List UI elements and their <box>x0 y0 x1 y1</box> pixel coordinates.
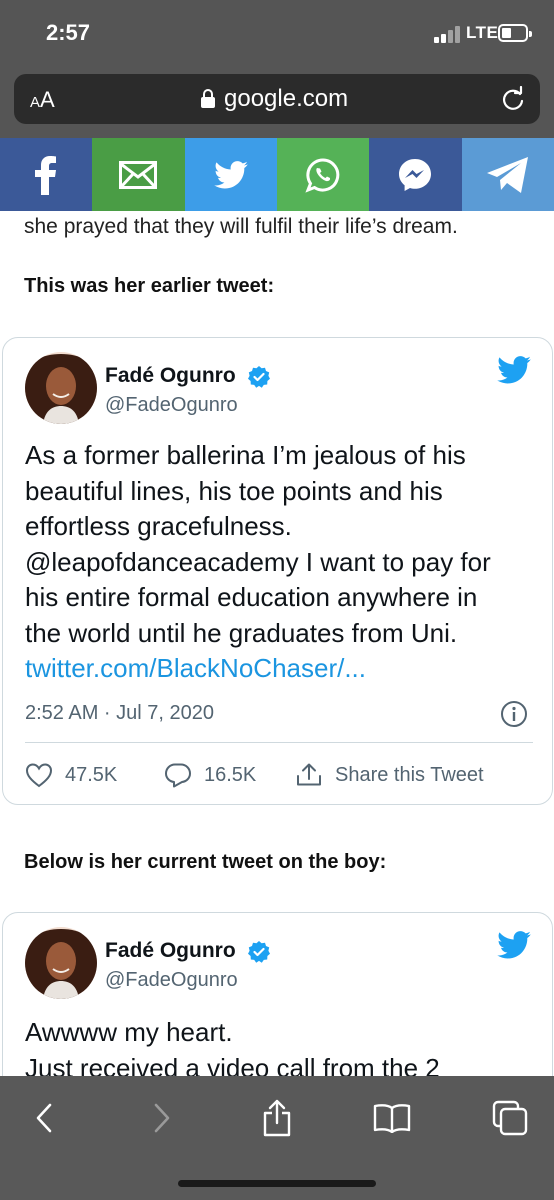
article-paragraph: she prayed that they will fulfil their l… <box>24 215 458 238</box>
avatar[interactable] <box>25 352 97 424</box>
tweet-author-name[interactable]: Fadé Ogunro <box>105 364 236 388</box>
tweet-divider <box>25 742 533 743</box>
tweet-link[interactable]: twitter.com/BlackNoChaser/... <box>25 651 545 687</box>
article-heading-current-tweet: Below is her current tweet on the boy: <box>24 851 387 873</box>
messenger-share-button[interactable] <box>369 138 462 211</box>
share-page-button[interactable] <box>257 1098 297 1138</box>
tweet-text-line: As a former ballerina I’m jealous of his <box>25 440 466 470</box>
social-share-bar <box>0 138 554 211</box>
home-indicator[interactable] <box>178 1180 376 1187</box>
forward-button[interactable] <box>142 1098 182 1138</box>
tweet-author-handle[interactable]: @FadeOgunro <box>105 394 238 417</box>
share-icon <box>263 1099 291 1137</box>
verified-badge-icon <box>248 941 270 963</box>
tweet-text-line: his entire formal education anywhere in <box>25 582 478 612</box>
facebook-icon <box>35 155 57 195</box>
like-button[interactable]: 47.5K <box>25 762 117 788</box>
reply-count: 16.5K <box>204 763 257 786</box>
share-tweet-button[interactable]: Share this Tweet <box>295 762 484 788</box>
network-label: LTE <box>466 23 499 42</box>
heart-icon <box>25 763 53 788</box>
cellular-signal-icon <box>434 25 464 43</box>
reply-button[interactable]: 16.5K <box>164 762 256 788</box>
reload-icon[interactable] <box>500 86 526 112</box>
lock-icon <box>201 89 215 108</box>
tweet-text-line: beautiful lines, his toe points and his <box>25 475 443 506</box>
envelope-icon <box>119 160 158 189</box>
chevron-left-icon <box>36 1103 52 1133</box>
like-count: 47.5K <box>65 763 118 786</box>
share-tweet-label: Share this Tweet <box>335 763 484 786</box>
share-icon <box>297 763 321 786</box>
twitter-logo-icon[interactable] <box>497 931 531 959</box>
tweet-author-name[interactable]: Fadé Ogunro <box>105 939 236 963</box>
telegram-share-button[interactable] <box>461 138 554 211</box>
tweet-text-line: effortless gracefulness. <box>25 511 292 541</box>
email-share-button[interactable] <box>92 138 185 211</box>
back-button[interactable] <box>24 1098 64 1138</box>
embedded-tweet[interactable]: Fadé Ogunro @FadeOgunro As a former ball… <box>2 337 553 805</box>
article-heading-earlier-tweet: This was her earlier tweet: <box>24 275 275 297</box>
book-icon <box>373 1104 411 1133</box>
twitter-share-button[interactable] <box>184 138 277 211</box>
avatar[interactable] <box>25 927 97 999</box>
reply-icon <box>165 763 191 788</box>
telegram-icon <box>486 156 528 193</box>
url-text[interactable]: google.com <box>224 85 348 113</box>
info-icon[interactable] <box>500 700 528 728</box>
status-bar: 2:57 LTE <box>0 0 554 68</box>
tabs-icon <box>492 1100 528 1136</box>
status-time: 2:57 <box>46 20 91 45</box>
facebook-share-button[interactable] <box>0 138 93 211</box>
browser-top-chrome: 2:57 LTE AA google.com <box>0 0 554 138</box>
address-bar[interactable]: AA google.com <box>14 74 540 124</box>
tweet-author-handle[interactable]: @FadeOgunro <box>105 969 238 992</box>
whatsapp-share-button[interactable] <box>276 138 370 211</box>
twitter-logo-icon[interactable] <box>497 356 531 384</box>
tweet-text-line: the world until he graduates from Uni. <box>25 617 458 648</box>
tweet-timestamp[interactable]: 2:52 AM · Jul 7, 2020 <box>25 702 214 725</box>
tweet-text-line: Awwww my heart. <box>25 1017 233 1047</box>
tabs-button[interactable] <box>490 1098 530 1138</box>
tweet-text-line: @leapofdanceacademy I want to pay for <box>25 546 491 577</box>
messenger-icon <box>399 158 432 191</box>
bookmarks-button[interactable] <box>372 1098 412 1138</box>
tweet-text: As a former ballerina I’m jealous of his… <box>25 438 545 687</box>
twitter-bird-icon <box>214 160 248 188</box>
chevron-right-icon <box>154 1103 170 1133</box>
text-size-button[interactable]: AA <box>30 87 55 113</box>
whatsapp-icon <box>305 157 340 193</box>
battery-icon <box>498 24 532 42</box>
verified-badge-icon <box>248 366 270 388</box>
